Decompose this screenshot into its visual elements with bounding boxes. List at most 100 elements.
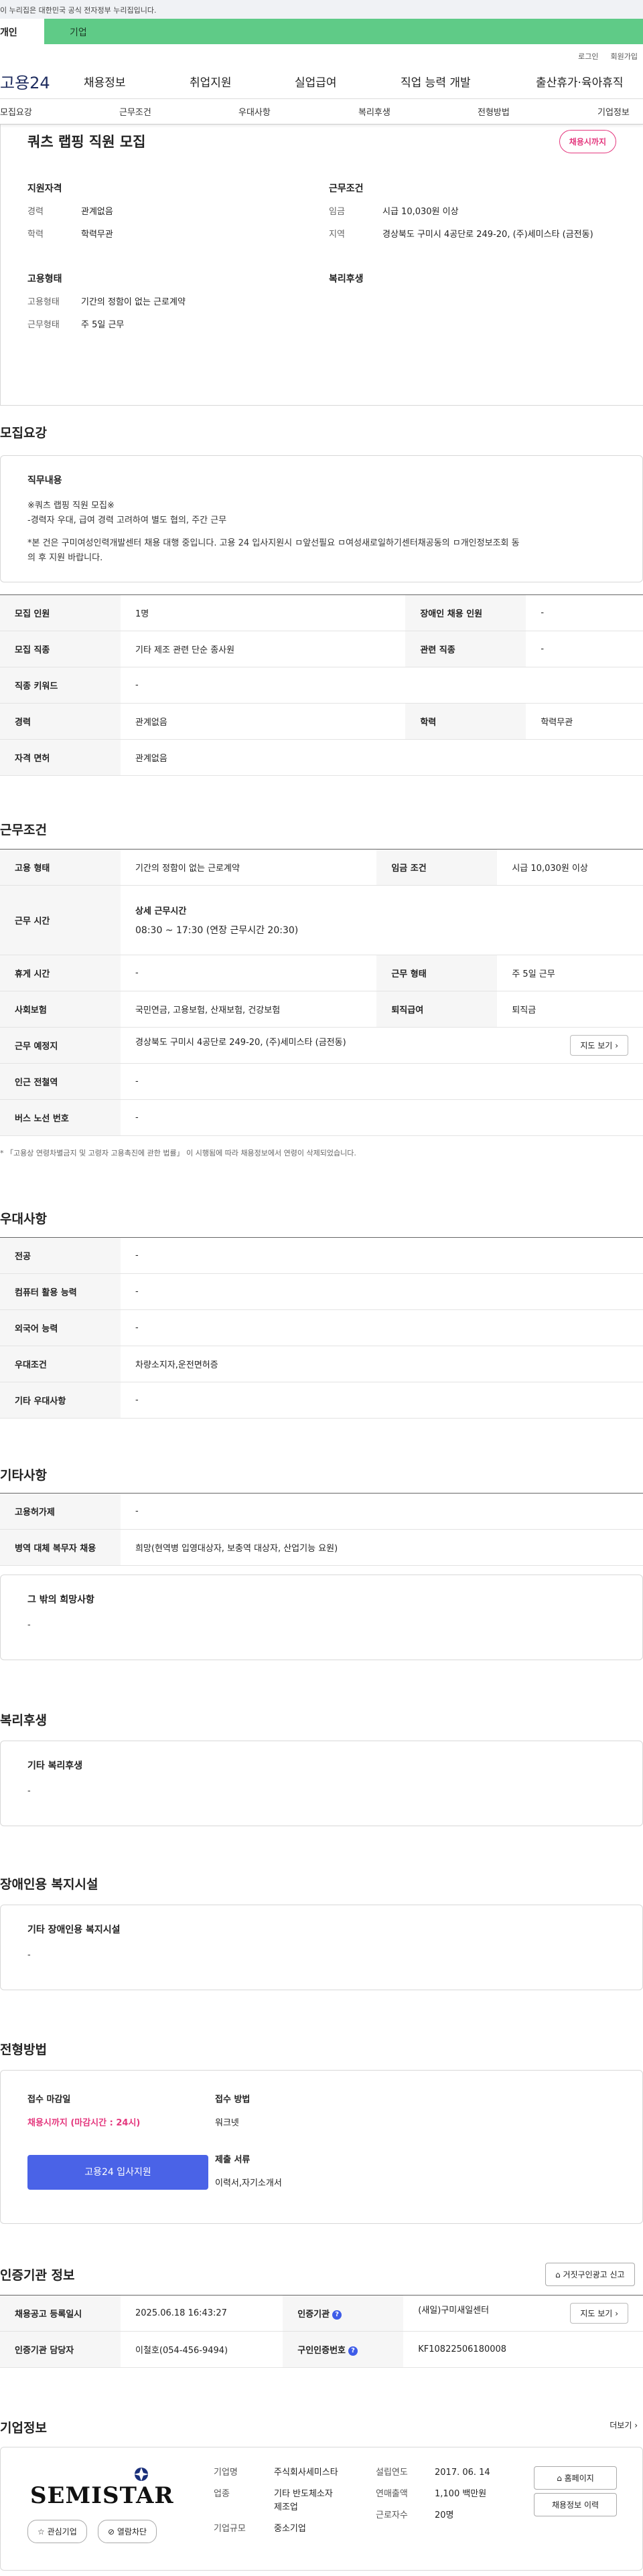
condition-heading: 근무조건 bbox=[329, 183, 364, 194]
job-summary: 쿼츠 랩핑 직원 모집 채용시까지 지원자격 경력 관계없음 학력 학력무관 근무조… bbox=[0, 125, 643, 406]
deadline-label: 접수 마감일 bbox=[27, 2095, 71, 2105]
employment-heading: 고용형태 bbox=[27, 274, 62, 285]
subnav-recruit[interactable]: 모집요강 bbox=[0, 105, 32, 118]
work-form-value: 주 5일 근무 bbox=[81, 320, 125, 330]
star-icon: ☆ bbox=[38, 2527, 45, 2537]
subnav-welfare[interactable]: 복리후생 bbox=[358, 105, 390, 118]
welfare-card: 기타 복리후생 - bbox=[0, 1741, 643, 1826]
job-history-button[interactable]: 채용정보 이력 bbox=[534, 2493, 617, 2516]
homepage-button[interactable]: ⌂ 홈페이지 bbox=[534, 2466, 617, 2490]
etc-table: 고용허가제 - 병역 대체 복무자 채용 희망(현역병 입영대상자, 보충역 대상자… bbox=[0, 1493, 643, 1566]
welfare-card-value: - bbox=[27, 1786, 31, 1796]
gnb-item-benefit[interactable]: 실업급여 bbox=[295, 73, 337, 90]
table-row: 컴퓨터 활용 능력 - bbox=[0, 1273, 643, 1310]
age-notice: * 「고용상 연령차별금지 및 고령자 고용촉진에 관한 법률」 이 시행됨에 … bbox=[0, 1149, 356, 1157]
career-value: 관계없음 bbox=[81, 207, 113, 217]
gnb-item-jobs[interactable]: 채용정보 bbox=[84, 73, 126, 90]
block-icon: ⊘ bbox=[108, 2527, 115, 2537]
subnav-company[interactable]: 기업정보 bbox=[597, 105, 630, 118]
gov-banner: 이 누리집은 대한민국 공식 전자정부 누리집입니다. bbox=[0, 0, 643, 19]
etc-card-title: 그 밖의 희망사항 bbox=[27, 1595, 94, 1605]
table-row: 휴게 시간 - 근무 형태 주 5일 근무 bbox=[0, 955, 643, 991]
duty-line: ※쿼츠 랩핑 직원 모집※ bbox=[27, 501, 115, 511]
gnb-item-leave[interactable]: 출산휴가·육아휴직 bbox=[536, 73, 624, 90]
table-row: 인증기관 담당자 이철호(054-456-9494) 구인인증번호? KF108225… bbox=[0, 2331, 643, 2368]
company-logo: SEMISTAR bbox=[27, 2464, 173, 2512]
summary-employment: 고용형태 고용형태 기간의 정함이 없는 근로계약 근무형태 주 5일 근무 bbox=[27, 272, 309, 341]
etc-card: 그 밖의 희망사항 - bbox=[0, 1575, 643, 1660]
career-label: 경력 bbox=[27, 207, 44, 217]
signup-link[interactable]: 회원가입 bbox=[611, 51, 638, 64]
company-name-label: 기업명 bbox=[214, 2468, 238, 2478]
est-label: 설립연도 bbox=[376, 2468, 408, 2478]
scale-value: 중소기업 bbox=[274, 2524, 306, 2534]
tab-individual[interactable]: 개인 bbox=[0, 19, 44, 44]
table-row: 고용 형태 기간의 정함이 없는 근로계약 임금 조건 시급 10,030원 이상 bbox=[0, 849, 643, 886]
home-icon: ⌂ bbox=[557, 2474, 562, 2483]
wage-value: 시급 10,030원 이상 bbox=[382, 207, 459, 217]
table-row: 고용허가제 - bbox=[0, 1493, 643, 1530]
company-name-value: 주식회사세미스타 bbox=[274, 2468, 338, 2478]
gnb-item-training[interactable]: 직업 능력 개발 bbox=[401, 73, 471, 90]
table-row: 우대조건 차량소지자,운전면허증 bbox=[0, 1346, 643, 1382]
industry-label: 업종 bbox=[214, 2489, 230, 2499]
table-row: 채용공고 등록일시 2025.06.18 16:43:27 인증기관? (새일)구미새… bbox=[0, 2295, 643, 2332]
employees-label: 근로자수 bbox=[376, 2510, 408, 2520]
scale-label: 기업규모 bbox=[214, 2524, 246, 2534]
wage-label: 임금 bbox=[329, 207, 345, 217]
selection-card: 접수 마감일 채용시까지 (마감시간 : 24시) 고용24 입사지원 접수 방… bbox=[0, 2070, 643, 2224]
subnav-work[interactable]: 근무조건 bbox=[119, 105, 151, 118]
map-button[interactable]: 지도 보기 › bbox=[570, 1035, 628, 1056]
util-links: 로그인 회원가입 bbox=[0, 44, 643, 64]
recruit-table: 모집 인원 1명 장애인 채용 인원 - 모집 직종 기타 제조 관련 단순 종사원 관련… bbox=[0, 594, 643, 776]
favorite-company-button[interactable]: ☆ 관심기업 bbox=[27, 2520, 87, 2543]
subnav-pref[interactable]: 우대사항 bbox=[238, 105, 271, 118]
cert-org-value: (새일)구미새일센터 bbox=[418, 2306, 490, 2316]
table-row: 인근 전철역 - bbox=[0, 1063, 643, 1100]
table-row: 기타 우대사항 - bbox=[0, 1382, 643, 1419]
duty-line: *본 건은 구미여성인력개발센터 채용 대행 중입니다. 고용 24 입사지원시… bbox=[27, 538, 520, 548]
home-icon: ⌂ bbox=[555, 2270, 561, 2279]
help-icon[interactable]: ? bbox=[348, 2346, 358, 2356]
place-value: 경상북도 구미시 4공단로 249-20, (주)세미스타 (금전동) bbox=[135, 1038, 346, 1048]
report-button[interactable]: ⌂ 거짓구인광고 신고 bbox=[545, 2263, 635, 2286]
apply-button[interactable]: 고용24 입사지원 bbox=[27, 2155, 208, 2190]
tab-company[interactable]: 기업 bbox=[44, 19, 643, 44]
block-company-button[interactable]: ⊘ 열람차단 bbox=[98, 2520, 157, 2543]
emp-type-value: 기간의 정함이 없는 근로계약 bbox=[81, 297, 186, 307]
section-title-cert: 인증기관 정보 bbox=[0, 2268, 75, 2283]
login-link[interactable]: 로그인 bbox=[578, 51, 598, 64]
table-row: 외국어 능력 - bbox=[0, 1309, 643, 1346]
docs-value: 이력서,자기소개서 bbox=[215, 2178, 282, 2188]
pref-table: 전공 - 컴퓨터 활용 능력 - 외국어 능력 - 우대조건 차량소지자,운전면허증 기… bbox=[0, 1237, 643, 1419]
company-more-link[interactable]: 더보기 › bbox=[610, 2419, 638, 2431]
est-value: 2017. 06. 14 bbox=[435, 2468, 490, 2478]
method-value: 워크넷 bbox=[215, 2118, 239, 2128]
subnav-selection[interactable]: 전형방법 bbox=[478, 105, 510, 118]
table-row: 근무 예정지 경상북도 구미시 4공단로 249-20, (주)세미스타 (금전동… bbox=[0, 1027, 643, 1064]
table-row: 직종 키워드 - bbox=[0, 667, 643, 704]
section-title-recruit: 모집요강 bbox=[0, 426, 47, 440]
edu-label: 학력 bbox=[27, 230, 44, 240]
table-row: 자격 면허 관계없음 bbox=[0, 739, 643, 776]
help-icon[interactable]: ? bbox=[332, 2310, 342, 2320]
deadline-badge: 채용시까지 bbox=[559, 130, 616, 153]
gnb-item-support[interactable]: 취업지원 bbox=[190, 73, 232, 90]
table-row: 사회보험 국민연금, 고용보험, 산재보험, 건강보험 퇴직급여 퇴직금 bbox=[0, 991, 643, 1028]
duty-title: 직무내용 bbox=[27, 475, 62, 486]
disabled-card-value: - bbox=[27, 1950, 31, 1960]
section-title-pref: 우대사항 bbox=[0, 1212, 47, 1226]
section-title-work: 근무조건 bbox=[0, 823, 47, 837]
disabled-card: 기타 장애인용 복지시설 - bbox=[0, 1905, 643, 1990]
section-title-disabled: 장애인용 복지시설 bbox=[0, 1877, 98, 1892]
chevron-right-icon: › bbox=[615, 1041, 618, 1050]
welfare-card-title: 기타 복리후생 bbox=[27, 1761, 83, 1771]
table-row: 병역 대체 복무자 채용 희망(현역병 입영대상자, 보충역 대상자, 산업기능 … bbox=[0, 1529, 643, 1566]
duty-line: -경력자 우대, 급여 경력 고려하여 별도 협의, 주간 근무 bbox=[27, 515, 227, 526]
sales-value: 1,100 백만원 bbox=[435, 2489, 487, 2499]
section-title-welfare: 복리후생 bbox=[0, 1713, 47, 1728]
industry-value-2: 제조업 bbox=[274, 2502, 298, 2512]
region-value: 경상북도 구미시 4공단로 249-20, (주)세미스타 (금전동) bbox=[382, 230, 593, 240]
cert-map-button[interactable]: 지도 보기 › bbox=[570, 2303, 628, 2324]
site-logo[interactable]: 고용24 bbox=[0, 70, 84, 93]
